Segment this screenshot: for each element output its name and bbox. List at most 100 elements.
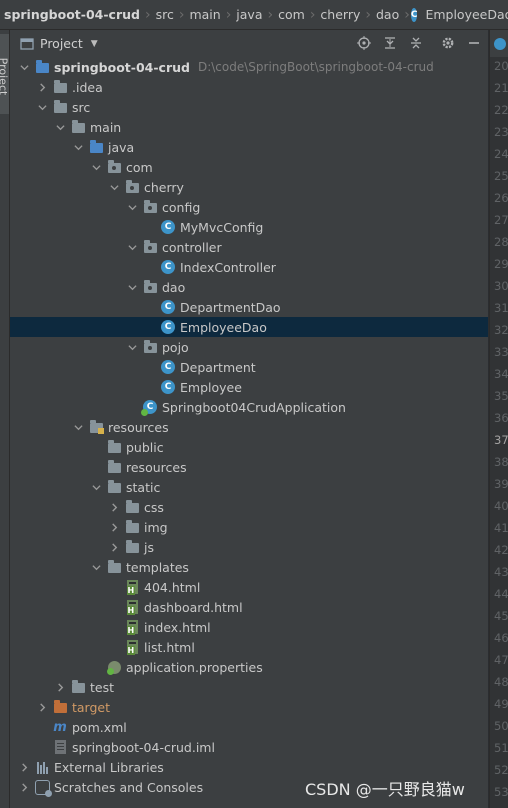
html-file-icon	[124, 619, 140, 635]
editor-tab-stub[interactable]	[489, 30, 508, 57]
tree-item-js[interactable]: js	[10, 537, 488, 557]
chevron-down-icon[interactable]	[126, 341, 138, 353]
chevron-right-icon[interactable]	[108, 541, 120, 553]
breadcrumb-item[interactable]: src	[152, 7, 178, 22]
chevron-down-icon[interactable]	[126, 201, 138, 213]
chevron-down-icon[interactable]	[36, 101, 48, 113]
line-number: 33	[494, 345, 508, 359]
tree-item-index-html[interactable]: index.html	[10, 617, 488, 637]
tree-item-label: dashboard.html	[144, 599, 243, 615]
chevron-right-icon[interactable]	[108, 521, 120, 533]
breadcrumb-item[interactable]: dao	[372, 7, 403, 22]
line-number: 21	[494, 81, 508, 95]
tree-item-external-libraries[interactable]: External Libraries	[10, 757, 488, 777]
class-icon: C	[160, 259, 176, 275]
tree-item-java[interactable]: java	[10, 137, 488, 157]
breadcrumb-item[interactable]: com	[274, 7, 309, 22]
expand-all-icon[interactable]	[382, 35, 398, 51]
chevron-down-icon[interactable]	[72, 141, 84, 153]
chevron-right-icon[interactable]	[18, 761, 30, 773]
tree-item-springboot-04-crud-iml[interactable]: springboot-04-crud.iml	[10, 737, 488, 757]
chevron-down-icon[interactable]	[108, 181, 120, 193]
tree-item-indexcontroller[interactable]: C IndexController	[10, 257, 488, 277]
tree-item-employeedao[interactable]: C EmployeeDao	[10, 317, 488, 337]
tree-item-label: External Libraries	[54, 759, 164, 775]
project-view-title[interactable]: Project	[40, 36, 83, 51]
tree-item-mymvcconfig[interactable]: C MyMvcConfig	[10, 217, 488, 237]
chevron-down-icon[interactable]	[126, 241, 138, 253]
package-icon	[142, 339, 158, 355]
chevron-down-icon[interactable]	[54, 121, 66, 133]
locate-file-icon[interactable]	[356, 35, 372, 51]
breadcrumb-item[interactable]: springboot-04-crud	[0, 7, 144, 22]
tree-item-department[interactable]: C Department	[10, 357, 488, 377]
chevron-down-icon[interactable]	[72, 421, 84, 433]
chevron-down-icon[interactable]	[18, 61, 30, 73]
chevron-right-icon[interactable]	[36, 701, 48, 713]
project-tool-button[interactable]: Project	[0, 34, 10, 114]
line-number: 51	[494, 741, 508, 755]
line-number: 49	[494, 697, 508, 711]
chevron-down-icon[interactable]	[126, 281, 138, 293]
tree-item-target[interactable]: target	[10, 697, 488, 717]
tree-item-controller[interactable]: controller	[10, 237, 488, 257]
tree-item-resources[interactable]: resources	[10, 457, 488, 477]
tree-item-resources[interactable]: resources	[10, 417, 488, 437]
tree-item-label: config	[162, 199, 201, 215]
tree-item-templates[interactable]: templates	[10, 557, 488, 577]
package-icon	[106, 159, 122, 175]
class-icon: C	[160, 219, 176, 235]
breadcrumb-separator-icon: ›	[309, 6, 316, 23]
tree-item-test[interactable]: test	[10, 677, 488, 697]
chevron-right-icon[interactable]	[36, 81, 48, 93]
breadcrumb-separator-icon: ›	[144, 6, 151, 23]
view-dropdown-icon[interactable]: ▼	[91, 39, 98, 49]
tree-item-pom-xml[interactable]: m pom.xml	[10, 717, 488, 737]
tree-item-idea[interactable]: .idea	[10, 77, 488, 97]
tree-item-css[interactable]: css	[10, 497, 488, 517]
breadcrumb-item[interactable]: java	[232, 7, 266, 22]
tree-item-src[interactable]: src	[10, 97, 488, 117]
tree-item-label: Department	[180, 359, 256, 375]
breadcrumb-item[interactable]: cherry	[316, 7, 364, 22]
tree-item-label: springboot-04-crud.iml	[72, 739, 215, 755]
tree-item-dashboard-html[interactable]: dashboard.html	[10, 597, 488, 617]
chevron-right-icon[interactable]	[18, 781, 30, 793]
tree-item-404-html[interactable]: 404.html	[10, 577, 488, 597]
line-number: 20	[494, 59, 508, 73]
chevron-down-icon[interactable]	[90, 561, 102, 573]
tree-item-com[interactable]: com	[10, 157, 488, 177]
chevron-right-icon[interactable]	[54, 681, 66, 693]
tree-item-dao[interactable]: dao	[10, 277, 488, 297]
chevron-down-icon[interactable]	[90, 161, 102, 173]
tree-item-cherry[interactable]: cherry	[10, 177, 488, 197]
breadcrumb-item[interactable]: EmployeeDao	[421, 7, 508, 22]
tree-item-main[interactable]: main	[10, 117, 488, 137]
tree-item-application-properties[interactable]: application.properties	[10, 657, 488, 677]
line-number: 22	[494, 103, 508, 117]
editor-gutter: 20 21 22 23 24 25 26 27 28 29 30 31 32 33 34 35 36 37 38 39…	[489, 57, 508, 808]
package-icon	[124, 179, 140, 195]
tree-item-springboot-04-crud[interactable]: springboot-04-crud D:\code\SpringBoot\spr…	[10, 57, 488, 77]
tree-item-config[interactable]: config	[10, 197, 488, 217]
tree-item-label: EmployeeDao	[180, 319, 267, 335]
tree-item-static[interactable]: static	[10, 477, 488, 497]
tree-item-label: springboot-04-crud	[54, 59, 190, 75]
gear-icon[interactable]	[440, 35, 456, 51]
tree-item-img[interactable]: img	[10, 517, 488, 537]
html-file-icon	[124, 579, 140, 595]
tree-item-pojo[interactable]: pojo	[10, 337, 488, 357]
hide-panel-icon[interactable]	[466, 35, 482, 51]
tree-item-label: java	[108, 139, 135, 155]
tree-item-departmentdao[interactable]: C DepartmentDao	[10, 297, 488, 317]
chevron-right-icon[interactable]	[108, 501, 120, 513]
breadcrumb-item[interactable]: main	[185, 7, 224, 22]
tree-item-employee[interactable]: C Employee	[10, 377, 488, 397]
chevron-down-icon[interactable]	[90, 481, 102, 493]
tree-item-public[interactable]: public	[10, 437, 488, 457]
breadcrumb-separator-icon: ›	[365, 6, 371, 23]
collapse-all-icon[interactable]	[408, 35, 424, 51]
tree-item-springboot04crudapplication[interactable]: C Springboot04CrudApplication	[10, 397, 488, 417]
tree-item-list-html[interactable]: list.html	[10, 637, 488, 657]
